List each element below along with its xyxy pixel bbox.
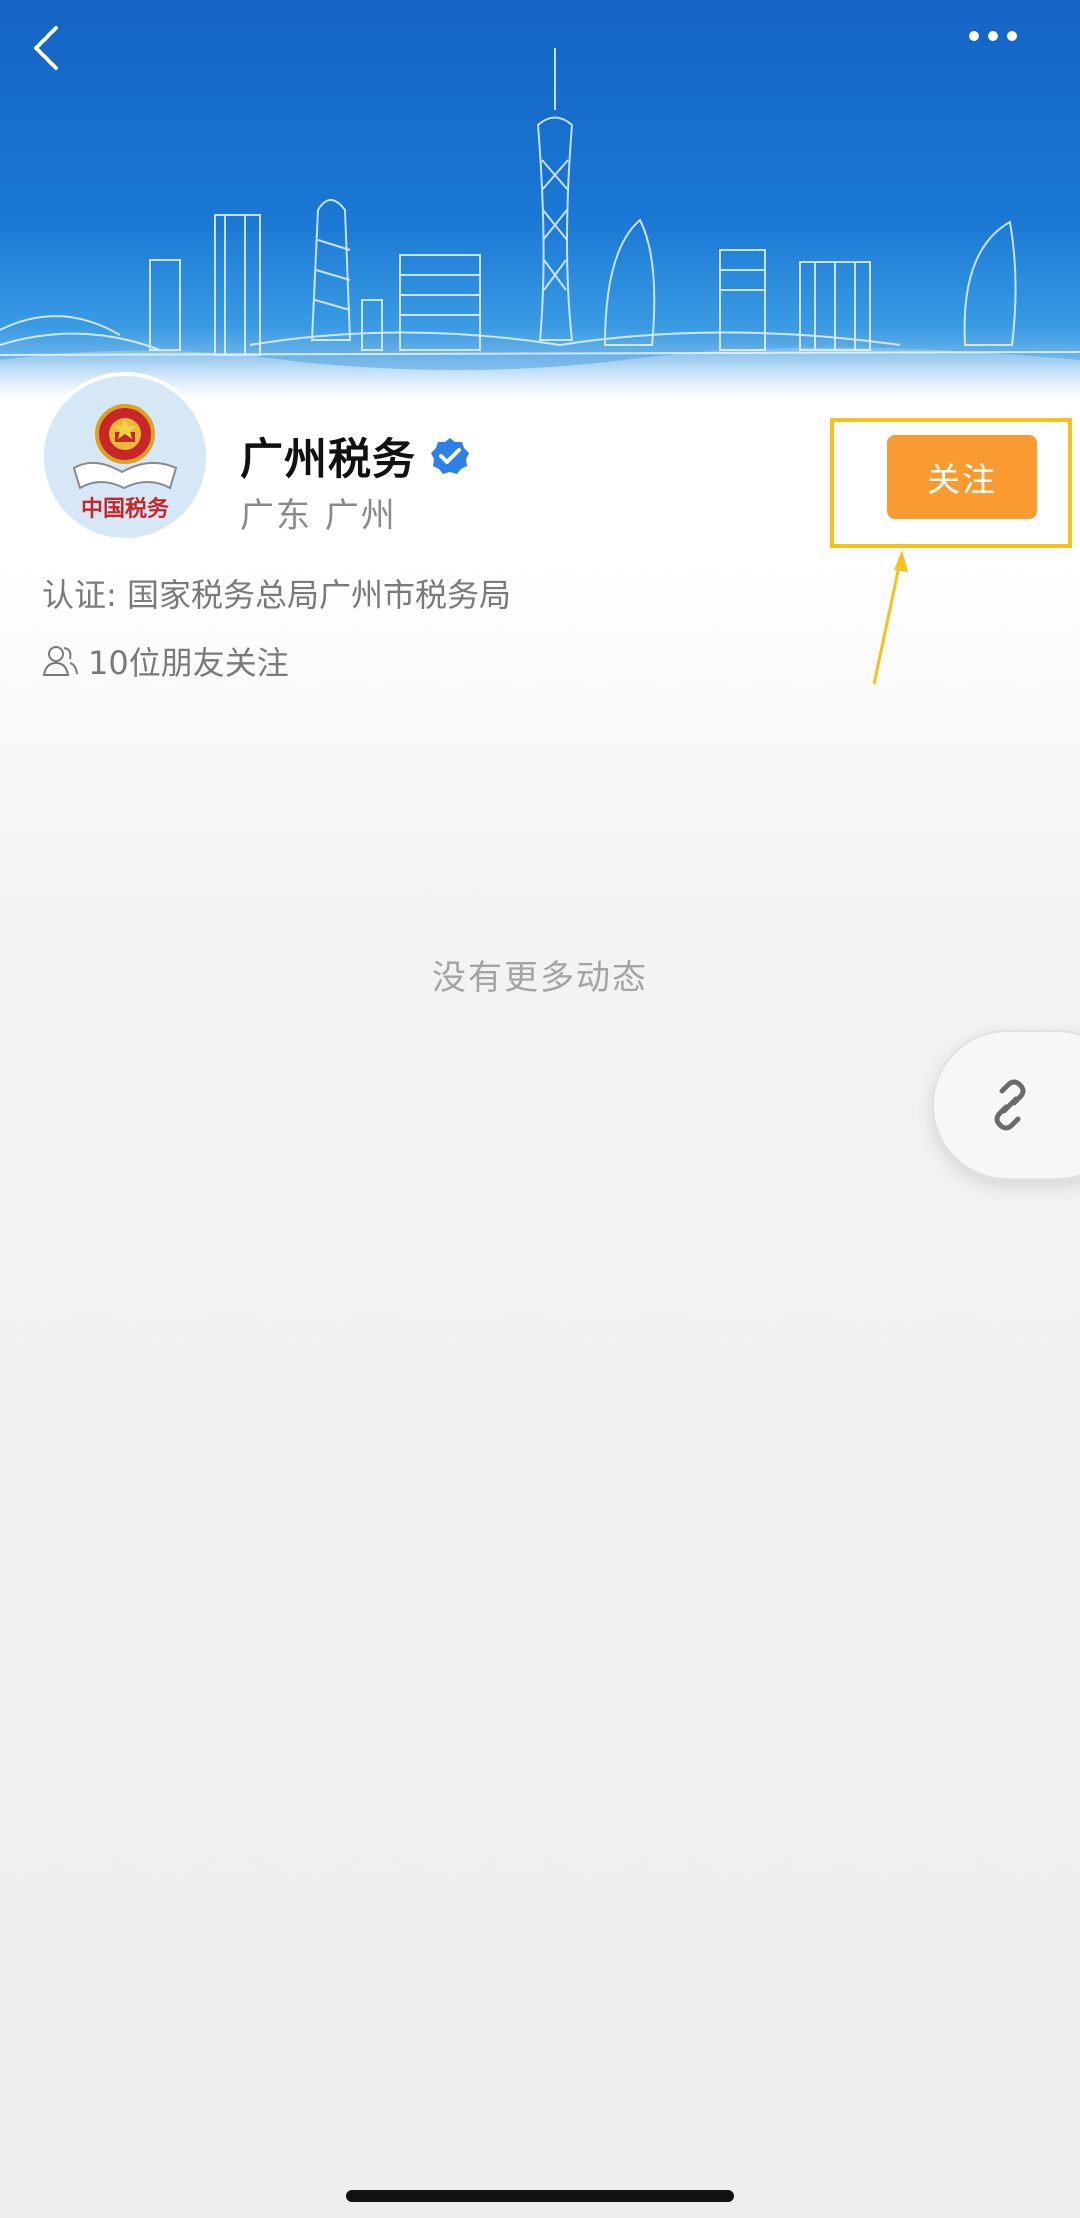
more-options-button[interactable] [968, 30, 1048, 80]
friends-following-label: 10位朋友关注 [88, 644, 289, 682]
certification-text: 认证: 国家税务总局广州市税务局 [42, 576, 511, 614]
avatar[interactable]: 中国税务 [40, 372, 210, 542]
follow-button[interactable]: 关注 [887, 435, 1037, 519]
verified-badge-icon [431, 438, 469, 474]
chevron-left-icon [34, 26, 58, 70]
friends-following[interactable]: 10位朋友关注 [42, 638, 289, 684]
link-floating-button[interactable] [932, 1030, 1080, 1180]
profile-name-row: 广州税务 [240, 425, 470, 487]
link-icon [994, 1079, 1026, 1131]
home-indicator[interactable] [346, 2190, 734, 2202]
annotation-arrow [872, 550, 908, 685]
back-button[interactable] [30, 24, 90, 84]
tax-emblem-icon: 中国税务 [44, 376, 206, 538]
profile-location: 广东 广州 [240, 496, 397, 536]
profile-name: 广州税务 [240, 435, 416, 485]
empty-feed-message: 没有更多动态 [432, 958, 648, 998]
friends-icon [42, 646, 78, 676]
avatar-text: 中国税务 [81, 496, 170, 522]
more-dots-icon [969, 31, 1017, 41]
cover-banner [0, 0, 1080, 400]
city-skyline-illustration [0, 48, 1080, 400]
